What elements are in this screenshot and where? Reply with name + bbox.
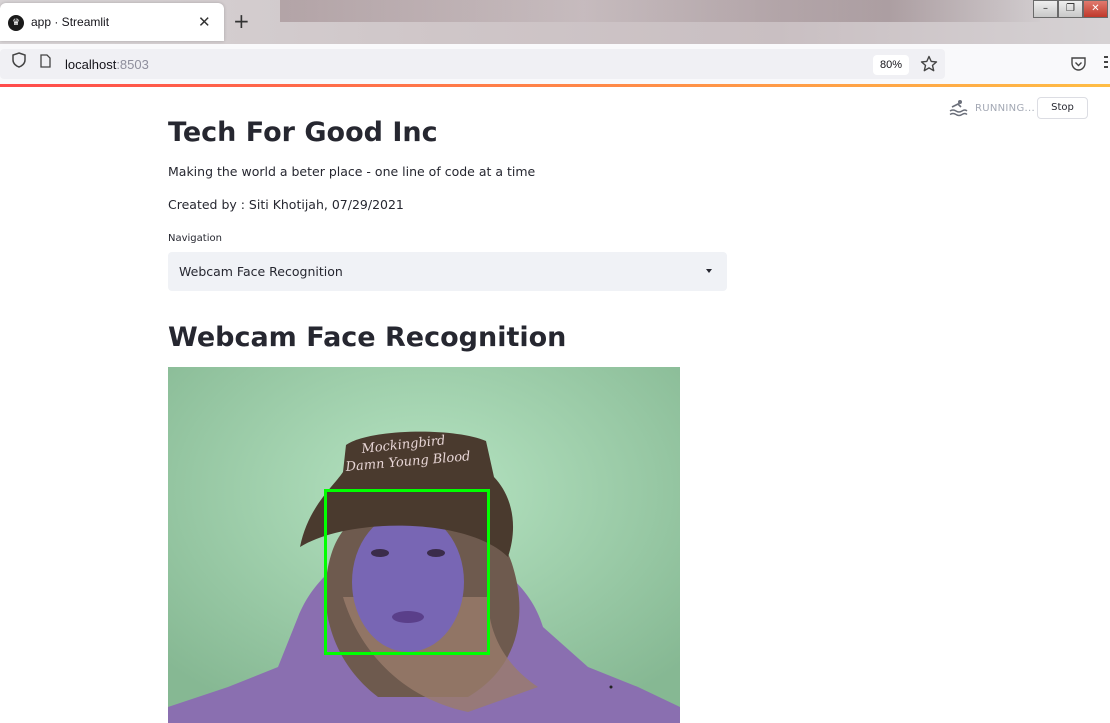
url-text[interactable]: localhost:8503: [65, 57, 149, 72]
url-port: :8503: [116, 57, 149, 72]
navigation-select[interactable]: Webcam Face Recognition: [168, 252, 727, 291]
app-title: Tech For Good Inc: [168, 117, 438, 148]
webcam-video-frame: Mockingbird Damn Young Blood: [168, 367, 680, 723]
chevron-down-icon[interactable]: [706, 269, 712, 273]
navigation-selected-value: Webcam Face Recognition: [179, 264, 343, 279]
restore-icon[interactable]: ❐: [1058, 0, 1083, 18]
status-widget: RUNNING...: [948, 98, 1035, 118]
running-swimmer-icon: [949, 100, 968, 117]
browser-tab[interactable]: ♛ app · Streamlit ✕: [0, 3, 224, 41]
page-icon: [40, 54, 51, 68]
streamlit-decoration-bar: [0, 84, 1110, 87]
streamlit-favicon-icon: ♛: [8, 15, 24, 31]
new-tab-button[interactable]: +: [233, 10, 250, 32]
bookmark-star-icon[interactable]: [920, 55, 938, 73]
browser-tab-strip: ♛ app · Streamlit ✕ + – ❐ ✕: [0, 0, 1110, 44]
tab-title: app · Streamlit: [31, 15, 110, 29]
zoom-level-badge[interactable]: 80%: [873, 55, 909, 75]
creator-line: Created by : Siti Khotijah, 07/29/2021: [168, 197, 404, 212]
shield-icon[interactable]: [12, 52, 26, 68]
minimize-icon[interactable]: –: [1033, 0, 1058, 18]
overflow-menu-icon[interactable]: [1104, 56, 1108, 70]
background-blur: [280, 0, 1040, 22]
close-window-icon[interactable]: ✕: [1083, 0, 1108, 18]
section-title: Webcam Face Recognition: [168, 322, 567, 353]
navigation-label: Navigation: [168, 233, 222, 244]
running-status-text: RUNNING...: [975, 102, 1035, 114]
stop-button[interactable]: Stop: [1037, 97, 1088, 119]
pocket-icon[interactable]: [1070, 56, 1087, 72]
app-subtitle: Making the world a beter place - one lin…: [168, 164, 536, 179]
face-detection-box: [324, 489, 490, 655]
browser-navbar: [0, 44, 1110, 84]
tab-close-icon[interactable]: ✕: [198, 13, 211, 31]
url-host: localhost: [65, 57, 117, 72]
window-controls: – ❐ ✕: [1033, 0, 1110, 18]
